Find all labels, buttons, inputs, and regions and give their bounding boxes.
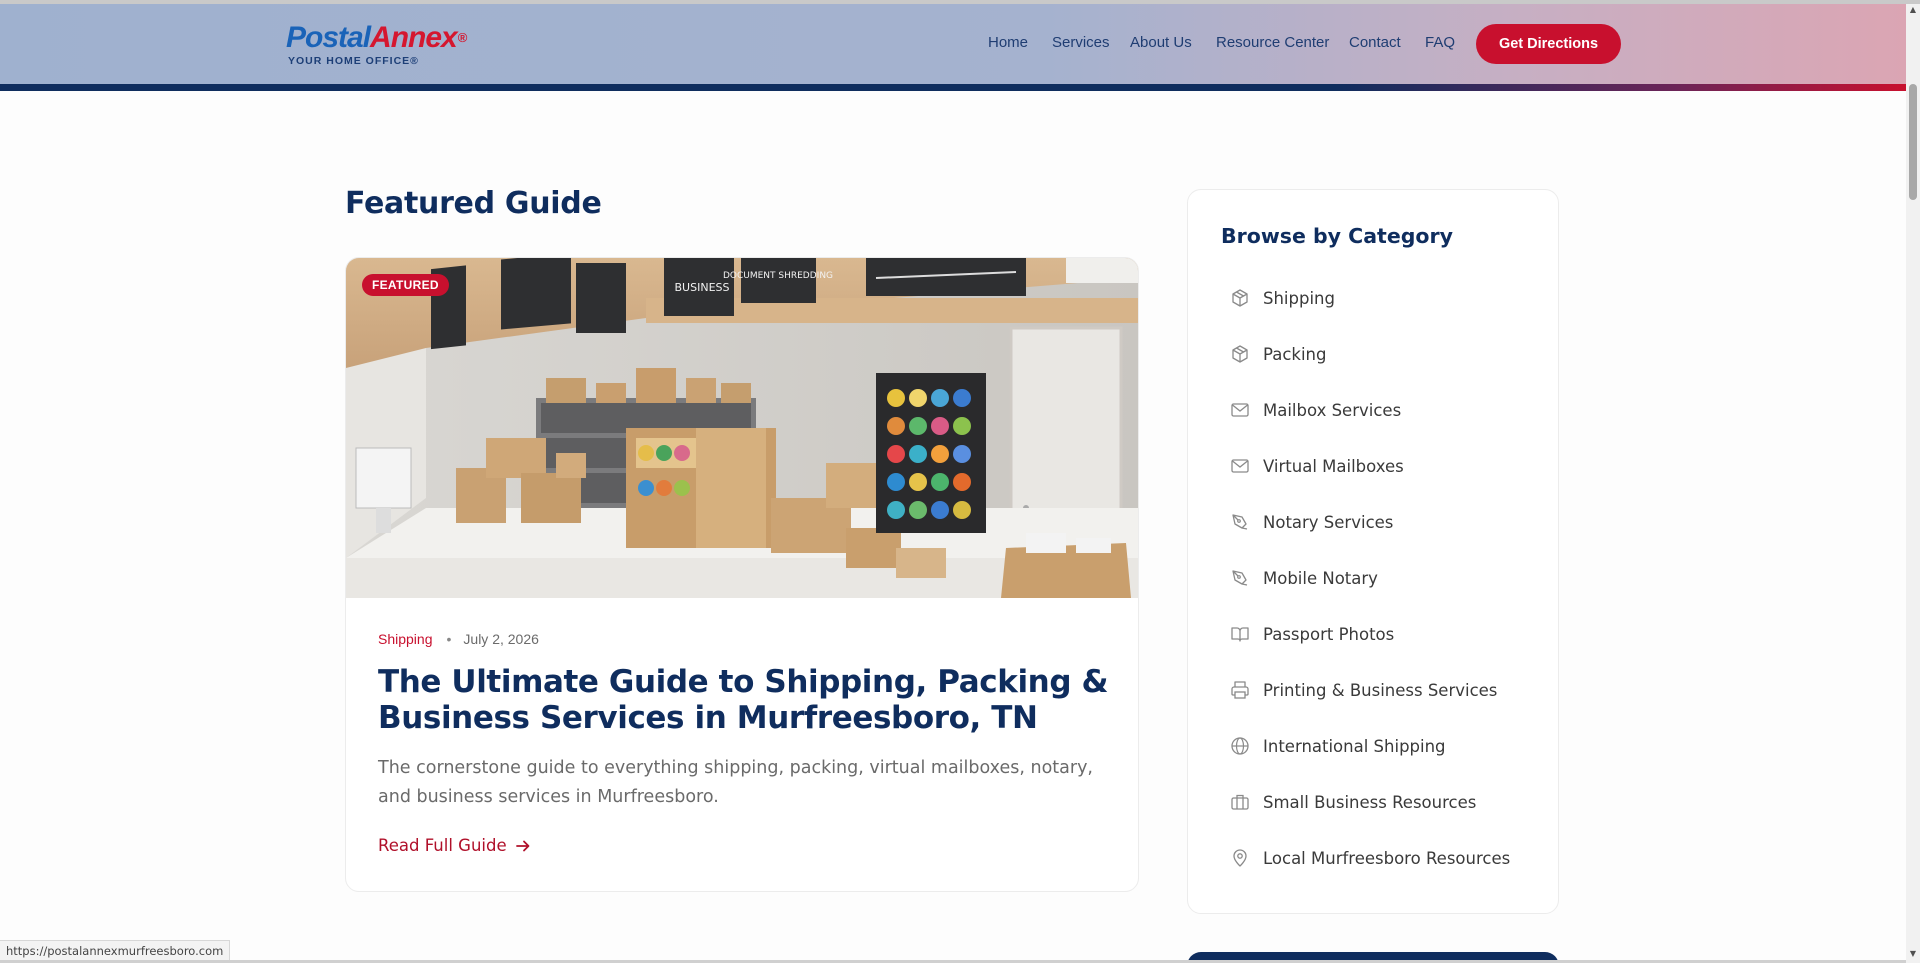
box-icon bbox=[1230, 344, 1250, 364]
book-icon bbox=[1230, 624, 1250, 644]
scroll-up-icon[interactable]: ▲ bbox=[1909, 6, 1917, 14]
read-full-guide-link[interactable]: Read Full Guide bbox=[378, 836, 531, 855]
get-directions-button[interactable]: Get Directions bbox=[1476, 24, 1621, 64]
building-icon bbox=[1230, 792, 1250, 812]
logo-tagline: YOUR HOME OFFICE® bbox=[288, 55, 419, 67]
category-label: Small Business Resources bbox=[1263, 792, 1477, 812]
featured-title[interactable]: The Ultimate Guide to Shipping, Packing … bbox=[378, 664, 1118, 736]
category-mailbox-services[interactable]: Mailbox Services bbox=[1230, 395, 1530, 425]
logo-part-2: Annex bbox=[370, 21, 458, 54]
mail-icon bbox=[1230, 400, 1250, 420]
featured-badge: FEATURED bbox=[362, 274, 449, 296]
pen-icon bbox=[1230, 568, 1250, 588]
meta-separator: • bbox=[446, 631, 452, 647]
box-icon bbox=[1230, 288, 1250, 308]
logo-registered: ® bbox=[457, 30, 468, 45]
sign-business: BUSINESS bbox=[675, 281, 730, 294]
nav-contact[interactable]: Contact bbox=[1349, 34, 1401, 51]
category-international-shipping[interactable]: International Shipping bbox=[1230, 731, 1530, 761]
logo-part-1: Postal bbox=[286, 21, 371, 54]
sign-shredding: DOCUMENT SHREDDING bbox=[723, 271, 833, 281]
mail-icon bbox=[1230, 456, 1250, 476]
category-label: Virtual Mailboxes bbox=[1263, 456, 1404, 476]
globe-icon bbox=[1230, 736, 1250, 756]
category-local-murfreesboro[interactable]: Local Murfreesboro Resources bbox=[1230, 843, 1530, 873]
map-pin-icon bbox=[1230, 848, 1250, 868]
category-notary-services[interactable]: Notary Services bbox=[1230, 507, 1530, 537]
arrow-right-icon bbox=[515, 840, 530, 851]
category-virtual-mailboxes[interactable]: Virtual Mailboxes bbox=[1230, 451, 1530, 481]
status-bar-url: https://postalannexmurfreesboro.com bbox=[0, 940, 231, 960]
featured-excerpt: The cornerstone guide to everything ship… bbox=[378, 758, 1093, 807]
category-sidebar: Browse by Category Shipping Packing Mail… bbox=[1187, 189, 1559, 914]
brand-logo[interactable]: PostalAnnex® YOUR HOME OFFICE® bbox=[286, 21, 468, 68]
header-accent-bar bbox=[0, 84, 1906, 91]
category-mobile-notary[interactable]: Mobile Notary bbox=[1230, 563, 1530, 593]
category-shipping[interactable]: Shipping bbox=[1230, 283, 1530, 313]
featured-section-title: Featured Guide bbox=[345, 186, 602, 221]
category-label: Notary Services bbox=[1263, 512, 1394, 532]
post-date: July 2, 2026 bbox=[463, 631, 539, 647]
nav-home[interactable]: Home bbox=[988, 34, 1028, 51]
category-printing-business[interactable]: Printing & Business Services bbox=[1230, 675, 1530, 705]
category-label: International Shipping bbox=[1263, 736, 1446, 756]
featured-image[interactable]: BUSINESS DOCUMENT SHREDDING bbox=[346, 258, 1139, 598]
sidebar-title: Browse by Category bbox=[1221, 224, 1453, 248]
category-small-business[interactable]: Small Business Resources bbox=[1230, 787, 1530, 817]
category-passport-photos[interactable]: Passport Photos bbox=[1230, 619, 1530, 649]
category-label: Passport Photos bbox=[1263, 624, 1395, 644]
category-label: Printing & Business Services bbox=[1263, 680, 1498, 700]
nav-resource-center[interactable]: Resource Center bbox=[1216, 34, 1329, 51]
nav-about-us[interactable]: About Us bbox=[1130, 34, 1192, 51]
page-scrollbar[interactable]: ▲ ▼ bbox=[1906, 4, 1920, 963]
featured-guide-card[interactable]: BUSINESS DOCUMENT SHREDDING FEATURED Shi… bbox=[345, 257, 1139, 892]
category-label: Local Murfreesboro Resources bbox=[1263, 848, 1511, 868]
post-category[interactable]: Shipping bbox=[378, 631, 433, 647]
pen-icon bbox=[1230, 512, 1250, 532]
scroll-down-icon[interactable]: ▼ bbox=[1909, 950, 1917, 958]
read-more-label: Read Full Guide bbox=[378, 836, 507, 855]
category-label: Mailbox Services bbox=[1263, 400, 1402, 420]
category-label: Shipping bbox=[1263, 288, 1335, 308]
category-label: Mobile Notary bbox=[1263, 568, 1378, 588]
category-label: Packing bbox=[1263, 344, 1327, 364]
post-meta: Shipping • July 2, 2026 bbox=[378, 631, 539, 647]
site-header: PostalAnnex® YOUR HOME OFFICE® Home Serv… bbox=[0, 4, 1906, 84]
nav-faq[interactable]: FAQ bbox=[1425, 34, 1455, 51]
category-packing[interactable]: Packing bbox=[1230, 339, 1530, 369]
logo-wordmark: PostalAnnex® bbox=[286, 21, 468, 54]
printer-icon bbox=[1230, 680, 1250, 700]
scroll-thumb[interactable] bbox=[1909, 84, 1917, 200]
nav-services[interactable]: Services bbox=[1052, 34, 1110, 51]
